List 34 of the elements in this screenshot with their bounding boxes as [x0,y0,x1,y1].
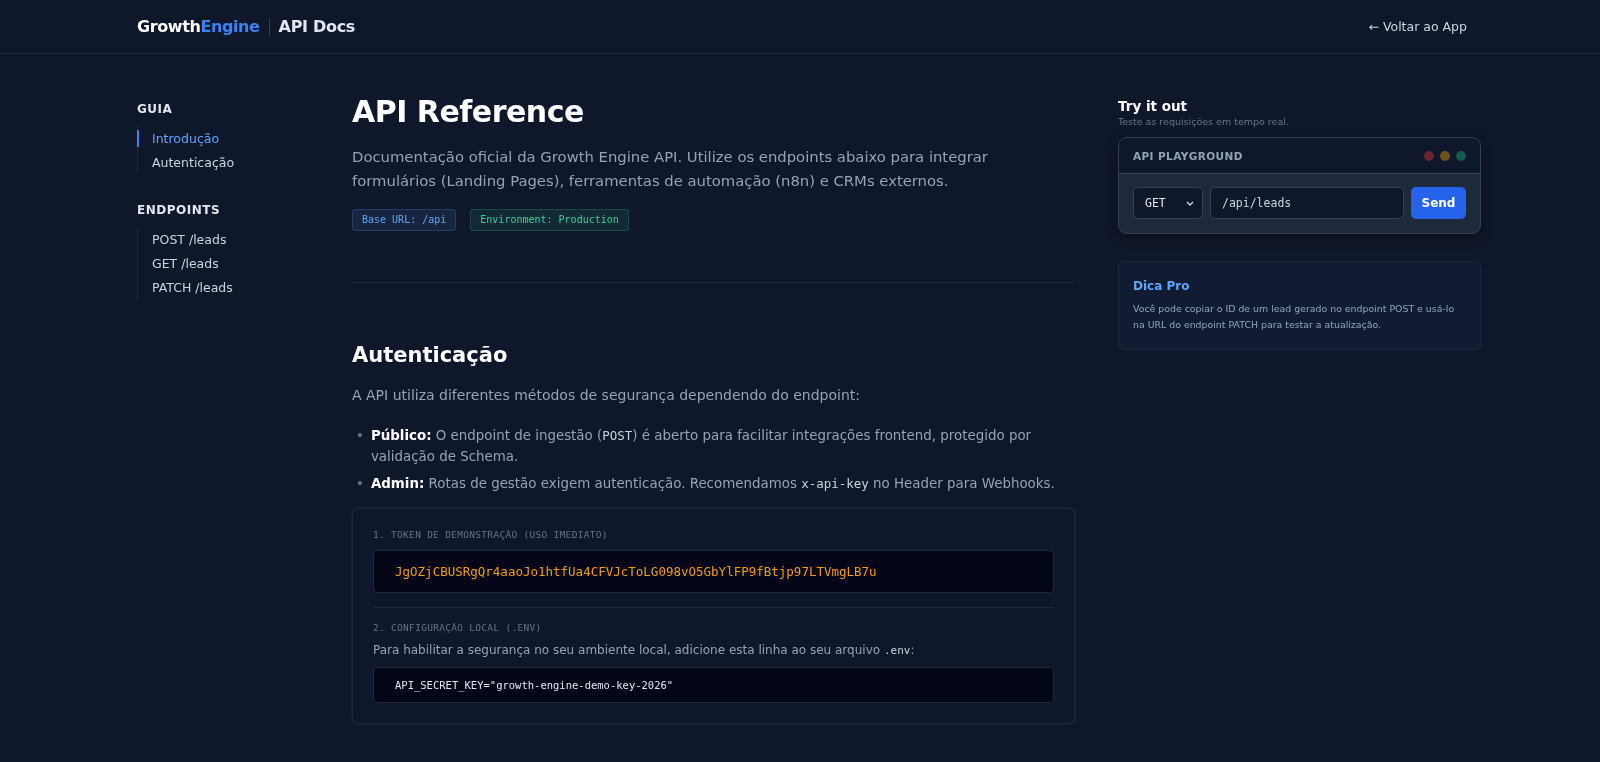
sidebar-link[interactable]: Autenticação [137,153,235,171]
section-heading: Autenticação [352,342,509,369]
badge: Environment: Production [470,209,629,231]
sidebar-heading: GUIA [137,102,173,117]
panel-subtitle: Teste as requisições em tempo real. [1118,115,1290,128]
sidebar-link[interactable]: Introdução [137,129,220,147]
section-intro: A API utiliza diferentes métodos de segurança dependendo do endpoint: [352,386,862,405]
config-label: 2. CONFIGURAÇÃO LOCAL (.ENV) [373,621,543,634]
method-select[interactable]: GET [1133,187,1203,219]
bullet-text: Admin: Rotas de gestão exigem autenticação. Recomendamos x-api-key no Header para Webhooks. [370,475,1055,493]
badge: Base URL: /api [352,209,457,231]
chevron-down-icon [1186,200,1194,206]
section-title: API Docs [278,17,356,36]
tip-title: Dica Pro [1133,278,1191,294]
sidebar-link[interactable]: GET /leads [137,254,219,272]
sidebar-link[interactable]: PATCH /leads [137,278,233,296]
bullet-marker: • [356,427,364,445]
back-link[interactable]: ← Voltar ao App [1368,19,1467,34]
bullet-marker: • [356,475,364,493]
page-title: API Reference [352,93,585,131]
url-field[interactable]: /api/leads [1210,187,1404,219]
tip-text: Você pode copiar o ID de um lead gerado no endpoint POST e usá-lo na URL do endpoint PATCH para testar a atualização. [1133,302,1456,332]
env-code-block: API_SECRET_KEY="growth-engine-demo-key-2026" [373,667,1054,703]
page-description: Documentação oficial da Growth Engine API. Utilize os endpoints abaixo para integrar formulários (Landing Pages), ferramentas de automação (n8n) e CRMs externos. [352,147,989,191]
sidebar-heading: ENDPOINTS [137,203,221,218]
bullet-text: Público: O endpoint de ingestão (POST) é aberto para facilitar integrações frontend, protegido por validação de Schema. [370,427,1033,466]
send-button[interactable]: Send [1411,187,1466,219]
sidebar-link[interactable]: POST /leads [137,230,227,248]
token-label: 1. TOKEN DE DEMONSTRAÇÃO (USO IMEDIATO) [373,528,609,541]
brand-logo: GrowthEngine [137,17,260,36]
panel-title: Try it out [1118,97,1188,115]
config-instructions: Para habilitar a segurança no seu ambiente local, adicione esta linha ao seu arquivo .env: [373,642,916,659]
token-field[interactable]: JgOZjCBUSRgQr4aaoJo1htfUa4CFVJcToLG098vO5GbYlFP9fBtjp97LTVmgLB7u [373,550,1054,593]
playground-title: API PLAYGROUND [1133,149,1243,162]
